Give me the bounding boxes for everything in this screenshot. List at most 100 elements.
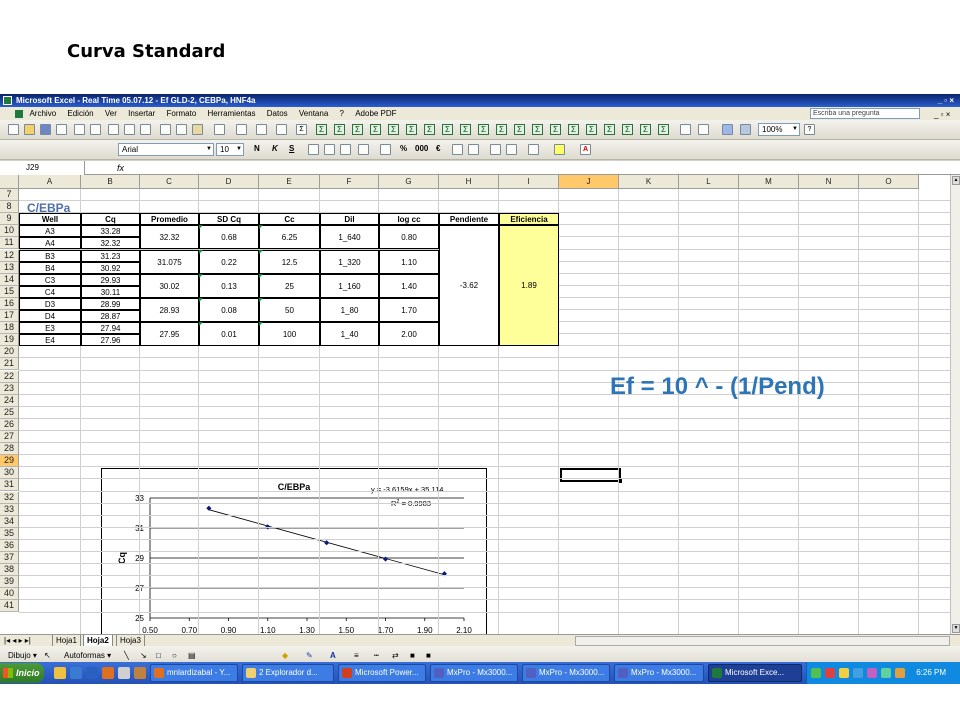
doc-icon[interactable] [15,109,24,118]
sigma-icon[interactable]: Σ [550,124,561,135]
quicklaunch-icon[interactable] [118,667,130,679]
increase-indent-icon[interactable] [506,144,517,155]
table-cell[interactable]: 1.40 [379,273,439,298]
table-cell[interactable]: 1.89 [499,225,559,347]
font-name-select[interactable]: Arial ▼ [118,143,214,156]
table-cell[interactable]: D4 [19,310,81,323]
table-cell[interactable]: 12.5 [259,249,320,274]
row-header[interactable]: 28 [0,443,19,456]
table-cell[interactable]: 31.075 [140,249,199,274]
sigma-icon[interactable]: Σ [658,124,669,135]
taskbar-item[interactable]: 2 Explorador d... [242,664,334,682]
row-header[interactable]: 8 [0,201,19,214]
table-header[interactable]: Eficiencia [499,213,559,226]
print-icon[interactable] [74,124,85,135]
table-cell[interactable]: 100 [259,322,320,347]
quicklaunch-icon[interactable] [86,667,98,679]
fx-icon[interactable]: fx [117,161,124,175]
sigma-icon[interactable]: Σ [604,124,615,135]
table-cell[interactable]: 0.01 [199,322,259,347]
sigma-icon[interactable]: Σ [334,124,345,135]
table-cell[interactable]: 1_320 [320,249,379,274]
row-header[interactable]: 10 [0,225,19,238]
cut-icon[interactable] [160,124,171,135]
zoom-select[interactable]: 100% ▼ [758,123,800,136]
italic-button[interactable]: K [272,144,278,153]
drawing-icon[interactable] [740,124,751,135]
table-cell[interactable]: 27.95 [140,322,199,347]
window-controls[interactable]: _ ▫ × [938,94,954,107]
row-header[interactable]: 31 [0,479,19,492]
column-header[interactable]: O [859,175,919,189]
table-cell[interactable]: 28.93 [140,297,199,323]
paste-icon[interactable] [192,124,203,135]
align-center-icon[interactable] [324,144,335,155]
hyperlink-icon[interactable] [276,124,287,135]
copy-icon[interactable] [176,124,187,135]
decrease-indent-icon[interactable] [490,144,501,155]
tray-icon[interactable] [895,668,905,678]
menu-ver[interactable]: Ver [105,107,117,120]
print-preview-icon[interactable] [90,124,101,135]
row-header[interactable]: 30 [0,467,19,480]
scroll-down-icon[interactable]: ▼ [952,624,960,633]
column-header[interactable]: E [259,175,320,189]
sigma-icon[interactable]: Σ [388,124,399,135]
euro-button[interactable]: € [436,144,440,153]
row-header[interactable]: 25 [0,406,19,419]
table-cell[interactable]: 30.11 [81,285,140,298]
row-header[interactable]: 39 [0,576,19,589]
table-header[interactable]: Dil [320,213,379,226]
table-cell[interactable]: 27.94 [81,322,140,335]
column-header[interactable]: K [619,175,679,189]
taskbar-item[interactable]: MxPro - Mx3000... [430,664,518,682]
name-box[interactable]: J29 [0,161,85,175]
help-icon[interactable]: ? [804,124,815,135]
table-cell[interactable]: 1_40 [320,322,379,347]
font-size-select[interactable]: 10 ▼ [216,143,244,156]
start-button[interactable]: Inicio [0,663,44,683]
column-header[interactable]: G [379,175,439,189]
spelling-icon[interactable] [124,124,135,135]
row-header[interactable]: 20 [0,346,19,359]
column-header[interactable]: C [140,175,199,189]
table-cell[interactable]: 0.68 [199,225,259,250]
column-header[interactable]: D [199,175,259,189]
sort-desc-icon[interactable] [698,124,709,135]
sigma-icon[interactable]: Σ [316,124,327,135]
table-cell[interactable]: 28.99 [81,297,140,310]
tray-icon[interactable] [811,668,821,678]
table-cell[interactable]: 0.13 [199,273,259,298]
permission-icon[interactable] [56,124,67,135]
horizontal-scrollbar[interactable] [575,636,950,646]
format-painter-icon[interactable] [214,124,225,135]
row-header[interactable]: 34 [0,515,19,528]
table-cell[interactable]: 32.32 [81,237,140,250]
row-header[interactable]: 15 [0,285,19,298]
row-header[interactable]: 38 [0,564,19,577]
fill-color-icon[interactable] [554,144,565,155]
column-header[interactable]: F [320,175,379,189]
table-cell[interactable]: A3 [19,225,81,238]
tray-icon[interactable] [853,668,863,678]
bold-button[interactable]: N [254,144,260,153]
sigma-icon[interactable]: Σ [478,124,489,135]
sigma-icon[interactable]: Σ [352,124,363,135]
row-header[interactable]: 32 [0,491,19,504]
taskbar-item[interactable]: Microsoft Power... [338,664,426,682]
increase-decimal-icon[interactable] [452,144,463,155]
row-header[interactable]: 36 [0,539,19,552]
taskbar-item[interactable]: MxPro - Mx3000... [522,664,610,682]
font-color-icon[interactable]: A [580,144,591,155]
row-header[interactable]: 29 [0,455,19,468]
table-cell[interactable]: C3 [19,273,81,286]
row-header[interactable]: 35 [0,527,19,540]
table-cell[interactable]: D3 [19,297,81,310]
table-header[interactable]: Well [19,213,81,226]
row-header[interactable]: 27 [0,431,19,444]
active-cell[interactable] [560,468,622,483]
tab-navigation[interactable]: |◂ ◂ ▸ ▸| [4,635,31,646]
row-header[interactable]: 26 [0,418,19,431]
row-header[interactable]: 18 [0,322,19,335]
open-icon[interactable] [24,124,35,135]
